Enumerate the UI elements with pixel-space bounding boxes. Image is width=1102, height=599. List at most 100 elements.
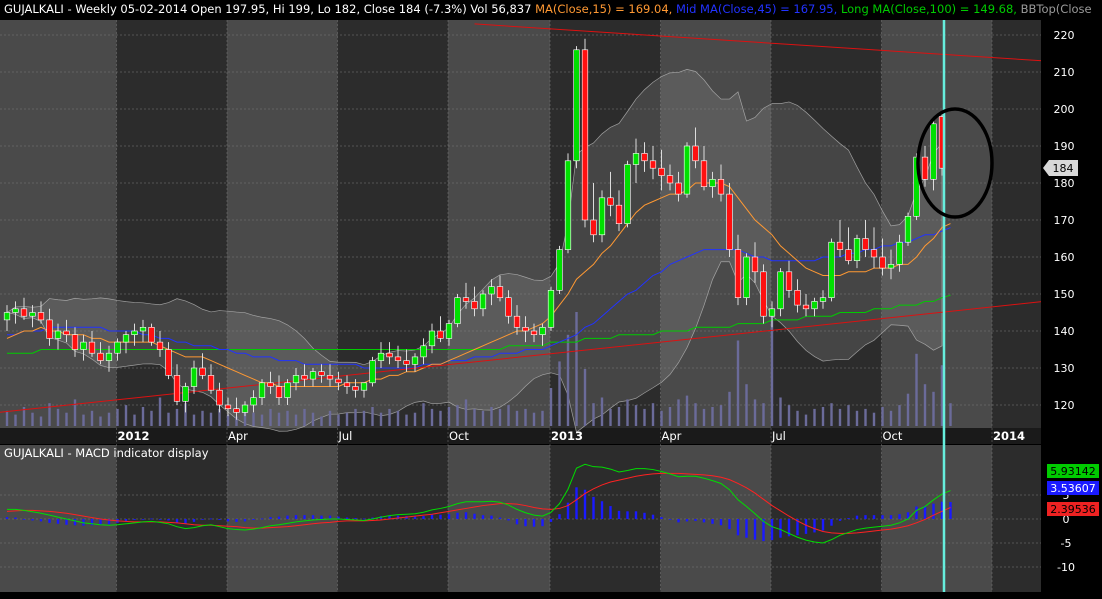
volume-bar [133,414,136,426]
candle-body [658,167,665,176]
macd-histogram-bar [770,519,774,541]
macd-histogram-bar [65,519,68,525]
candle-body [71,334,79,350]
histogram-value-label: 3.53607 [1050,482,1096,495]
price-tick-label: 160 [1054,251,1075,264]
candle-body [105,352,113,361]
volume-bar [617,407,621,426]
volume-bar [762,403,765,426]
candle-body [165,349,172,376]
stock-chart[interactable]: 120 130 140 150 160 170 180 190 200 210 220 -10 -5 0 5… [0,0,1102,595]
candle-body [428,330,436,347]
macd-histogram-bar [507,519,510,521]
volume-bar [371,407,374,426]
macd-histogram-bar [915,506,918,519]
volume-bar [923,384,927,426]
macd-histogram-bar [592,496,595,519]
macd-histogram-bar [889,515,893,519]
volume-bar [473,408,476,426]
candle-body [615,204,623,224]
macd-histogram-bar [141,519,145,520]
macd-histogram-bar [464,512,468,519]
volume-bar [821,407,825,426]
macd-histogram-bar [651,514,655,519]
volume-bar [524,408,527,426]
macd-band [660,445,771,592]
header-mid-ma: Mid MA(Close,45) = 167.95, [676,2,837,16]
macd-histogram-bar [99,519,102,525]
macd-histogram-bar [14,517,17,519]
candle-body [216,389,223,406]
candle-body [879,256,886,269]
candle-body [199,367,206,376]
volume-bar [328,410,332,426]
candle-body [768,308,776,317]
candle-body [139,326,147,332]
volume-bar [73,399,77,426]
volume-bar [515,410,519,426]
macd-histogram-bar [600,501,604,519]
macd-header-symbol: GUJALKALI [4,446,64,460]
candle-body [284,382,291,398]
volume-bar [56,408,60,426]
candle-body [97,352,104,361]
candle-body [437,330,444,339]
price-tick-label: 200 [1054,103,1075,116]
candle-body [292,375,300,384]
chart-canvas[interactable]: 120130140150160170180190200210220-10-505… [0,0,1102,595]
macd-histogram-bar [133,519,136,520]
macd-histogram-bar [498,517,502,519]
header-symbol: GUJALKALI [4,2,64,16]
macd-histogram-bar [830,519,833,526]
candle-body [717,179,725,195]
volume-bar [107,412,111,426]
candle-body [683,145,691,195]
volume-bar [167,412,170,426]
candle-body [190,367,198,387]
macd-histogram-bar [184,519,187,524]
x-tick-label: Jul [338,429,353,443]
volume-bar [116,408,119,426]
x-tick-label: Jul [771,429,786,443]
candle-body [54,330,62,339]
macd-histogram-bar [22,519,26,520]
macd-histogram-bar [226,519,230,522]
header-long-ma: Long MA(Close,100) = 149.68, [841,2,1017,16]
candle-body [3,312,11,321]
volume-bar [864,408,867,426]
volume-bar [932,391,935,426]
volume-bar [303,408,306,426]
macd-histogram-bar [439,514,442,519]
candle-body [802,304,810,310]
candle-body [207,375,215,391]
candle-body [904,216,912,243]
volume-bar [430,408,434,426]
macd-histogram-bar [609,506,612,519]
volume-bar [405,414,408,426]
candle-body [522,326,529,332]
candle-body [343,382,351,387]
price-tick-label: 210 [1054,66,1075,79]
candle-body [607,197,614,206]
candle-body [785,271,793,291]
price-tick-label: 170 [1054,214,1075,227]
volume-bar [379,412,383,426]
candle-body [641,153,648,162]
macd-histogram-bar [286,515,289,519]
candle-body [224,404,232,409]
volume-bar [158,397,162,426]
macd-header-title: MACD indicator display [75,446,208,460]
macd-histogram-bar [949,502,952,519]
candle-body [377,352,385,361]
candle-body [462,297,470,302]
macd-histogram-bar [515,519,519,525]
volume-bar [651,403,655,426]
x-tick-label: Apr [228,429,248,443]
candle-body [12,308,19,313]
macd-histogram-bar [56,519,60,524]
volume-bar [558,361,561,426]
macd-histogram-bar [558,514,561,519]
macd-histogram-bar [923,506,927,519]
candle-body [887,264,895,269]
volume-bar [872,412,876,426]
